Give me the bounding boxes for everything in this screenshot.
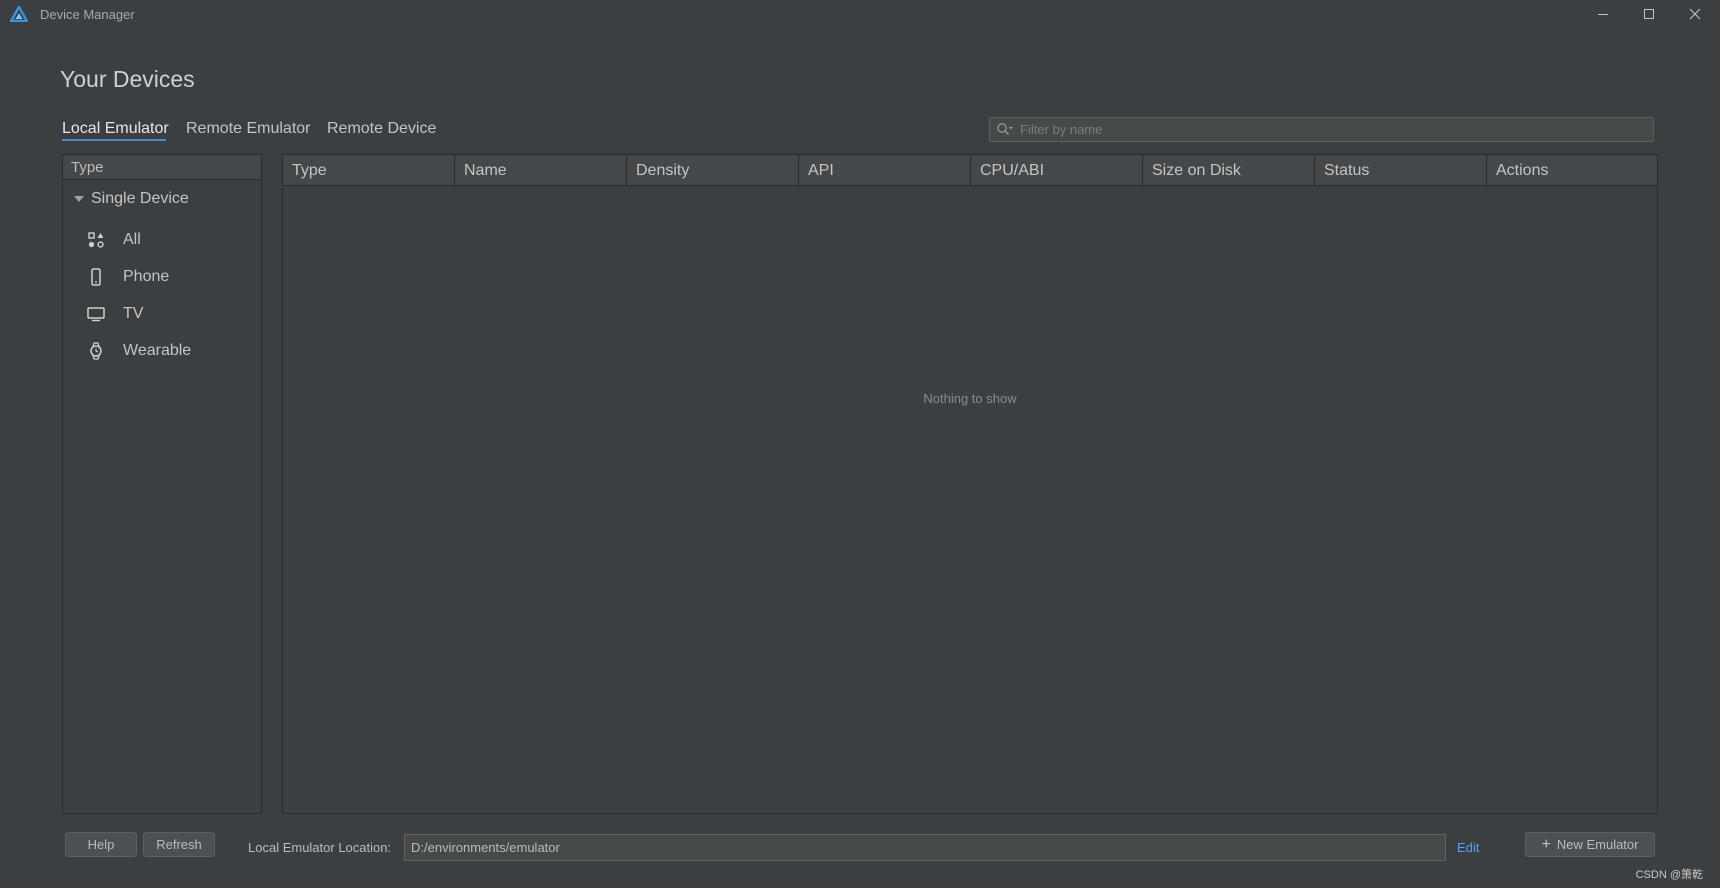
page-title: Your Devices [60, 66, 195, 92]
sidebar-item-label: All [123, 231, 141, 248]
search-input[interactable] [1020, 120, 1640, 139]
minimize-button[interactable] [1580, 0, 1626, 28]
close-icon [1689, 8, 1701, 20]
expand-triangle-icon [74, 196, 84, 202]
table-header: Type Name Density API CPU/ABI Size on Di… [283, 155, 1657, 186]
app-logo-icon [10, 6, 28, 22]
close-button[interactable] [1672, 0, 1718, 28]
column-header-api[interactable]: API [799, 155, 971, 185]
refresh-button[interactable]: Refresh [143, 832, 215, 857]
sidebar-item-label: Wearable [123, 342, 192, 359]
maximize-icon [1644, 9, 1654, 19]
emulator-location-label: Local Emulator Location: [248, 840, 392, 855]
refresh-button-label: Refresh [156, 837, 202, 852]
watch-icon [87, 342, 105, 360]
column-header-type[interactable]: Type [283, 155, 455, 185]
search-icon [997, 123, 1013, 135]
sidebar-item-phone[interactable]: Phone [87, 263, 257, 291]
tab-label: Remote Device [327, 120, 437, 137]
sidebar-item-tv[interactable]: TV [87, 300, 257, 328]
tab-label: Local Emulator [62, 120, 169, 137]
new-emulator-label: New Emulator [1556, 837, 1639, 852]
help-button[interactable]: Help [65, 832, 137, 857]
column-header-actions[interactable]: Actions [1487, 155, 1657, 185]
filter-search-box[interactable] [989, 117, 1654, 142]
tab-remote-emulator[interactable]: Remote Emulator [186, 120, 311, 138]
column-header-name[interactable]: Name [455, 155, 627, 185]
help-button-label: Help [87, 837, 115, 852]
sidebar-item-label: TV [123, 305, 144, 322]
tv-icon [87, 305, 105, 323]
sidebar-item-label: Phone [123, 268, 170, 285]
tab-local-emulator[interactable]: Local Emulator [62, 120, 169, 141]
tree-group-single-device[interactable]: Single Device [74, 190, 189, 208]
emulator-location-field[interactable] [404, 834, 1446, 861]
sidebar-header: Type [63, 155, 261, 180]
column-header-density[interactable]: Density [627, 155, 799, 185]
maximize-button[interactable] [1626, 0, 1672, 28]
sidebar-item-all[interactable]: All [87, 226, 257, 254]
tab-remote-device[interactable]: Remote Device [327, 120, 436, 138]
all-categories-icon [87, 231, 105, 249]
phone-icon [87, 268, 105, 286]
empty-table-message: Nothing to show [923, 391, 1017, 406]
tab-label: Remote Emulator [186, 120, 311, 137]
column-header-cpu-abi[interactable]: CPU/ABI [971, 155, 1143, 185]
column-header-size-on-disk[interactable]: Size on Disk [1143, 155, 1315, 185]
column-header-status[interactable]: Status [1315, 155, 1487, 185]
minimize-icon [1598, 14, 1608, 15]
window-title: Device Manager [40, 7, 135, 22]
devices-table: Type Name Density API CPU/ABI Size on Di… [282, 154, 1658, 814]
tree-group-label: Single Device [91, 190, 189, 207]
new-emulator-button[interactable]: + New Emulator [1525, 832, 1655, 857]
plus-icon: + [1541, 835, 1551, 853]
device-type-sidebar: Type Single Device All Phone TV Wearable [62, 154, 262, 814]
watermark: CSDN @箫乾 [1635, 869, 1703, 881]
active-tab-indicator [62, 139, 166, 141]
sidebar-item-wearable[interactable]: Wearable [87, 337, 257, 365]
edit-location-link[interactable]: Edit [1457, 840, 1479, 855]
title-bar: Device Manager [0, 0, 1720, 30]
